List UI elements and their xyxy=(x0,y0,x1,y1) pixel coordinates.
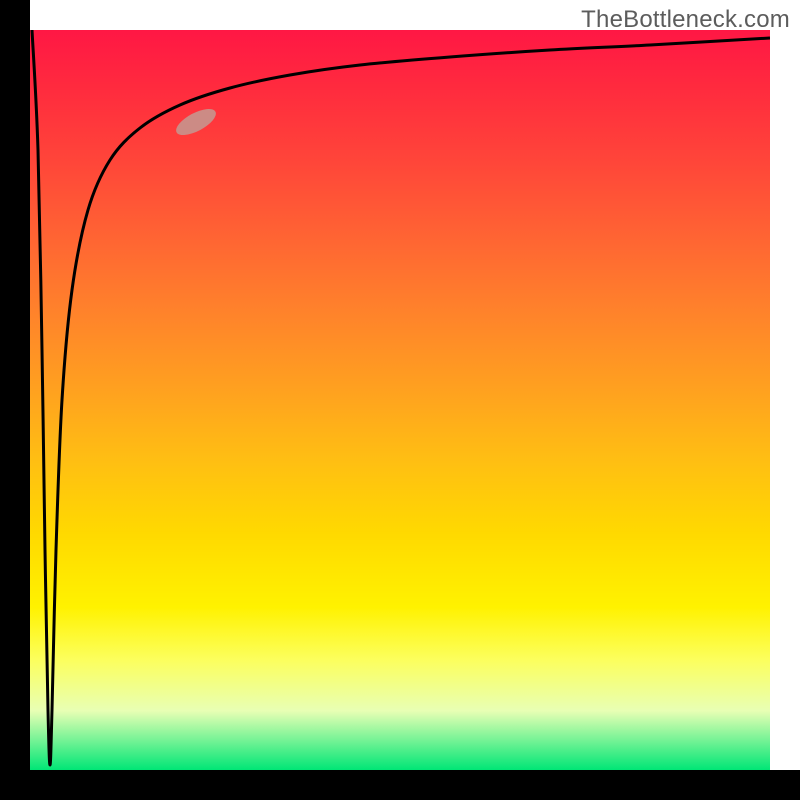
watermark-text: TheBottleneck.com xyxy=(581,6,790,34)
plot-area xyxy=(30,30,770,770)
y-axis xyxy=(0,0,30,800)
x-axis xyxy=(0,770,800,800)
chart-container: TheBottleneck.com xyxy=(0,0,800,800)
